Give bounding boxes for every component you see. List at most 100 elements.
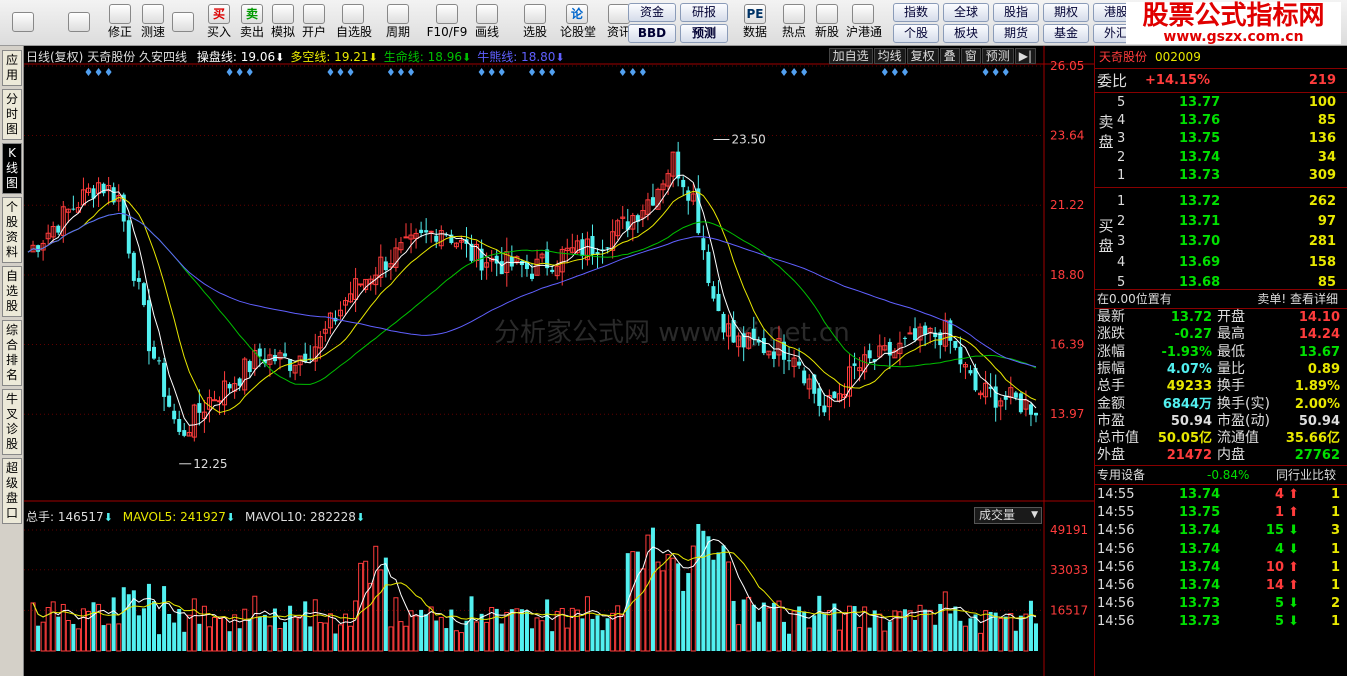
- toolbar-button-9[interactable]: 自选股: [336, 2, 373, 44]
- toolbar-button-label: 修正: [107, 25, 132, 39]
- toolbar-button-13[interactable]: 选股: [518, 2, 552, 44]
- volume-total: 总手: 146517: [26, 510, 104, 524]
- toolbar-button-12[interactable]: 画线: [470, 2, 504, 44]
- stat-label-left: 外盘: [1097, 447, 1125, 464]
- quick-button-top-0[interactable]: 资金: [628, 3, 676, 22]
- toolbar-button-6[interactable]: 卖卖出: [235, 2, 269, 44]
- toolbar-icon-button-1[interactable]: [62, 2, 96, 44]
- toolbar-button-10[interactable]: 周期: [381, 2, 415, 44]
- signal-diamond: [498, 68, 505, 76]
- price-tick-label: 26.05: [1050, 59, 1084, 73]
- market-button-bottom-1[interactable]: 板块: [943, 24, 989, 43]
- market-button-top-0[interactable]: 指数: [893, 3, 939, 22]
- stat-label-right: 换手(实): [1217, 395, 1270, 412]
- candle-body: [283, 353, 288, 357]
- market-button-top-1[interactable]: 全球: [943, 3, 989, 22]
- chart-tool-0[interactable]: 加自选: [828, 48, 873, 64]
- toolbar-button-label: 自选股: [336, 25, 373, 39]
- toolbar-button-16[interactable]: PE 数据: [738, 2, 772, 44]
- volume-bar: [403, 625, 409, 652]
- market-button-bottom-3[interactable]: 基金: [1043, 24, 1089, 43]
- kline-chart-svg[interactable]: 26.05 23.64 21.22 18.80 16.39 13.97 49191 33033…: [24, 46, 1094, 676]
- candle-body: [162, 362, 167, 397]
- market-button-bottom-2[interactable]: 期货: [993, 24, 1039, 43]
- toolbar-button-2[interactable]: 修正: [103, 2, 137, 44]
- toolbar-button-11[interactable]: F10/F9: [424, 2, 470, 44]
- market-button-bottom-0[interactable]: 个股: [893, 24, 939, 43]
- monitor-icon: [524, 4, 546, 24]
- ask-volume: 100: [1308, 95, 1336, 110]
- volume-bar: [545, 599, 550, 651]
- tick-price: 13.74: [1179, 578, 1221, 593]
- volume-bar: [787, 633, 792, 651]
- ask-price: 13.73: [1179, 167, 1221, 183]
- chart-tool-4[interactable]: 窗: [960, 48, 981, 64]
- chart-tool-2[interactable]: 复权: [906, 48, 939, 64]
- indicator-selector[interactable]: 成交量 ▼: [974, 507, 1042, 524]
- sector-row: 专用设备 -0.84% 同行业比较: [1097, 466, 1344, 484]
- volume-bar: [312, 599, 318, 652]
- left-tab-4[interactable]: 自选股: [2, 266, 22, 317]
- volume-bar: [363, 560, 369, 652]
- indicator-line-value-2: 生命线: 18.96: [383, 50, 462, 64]
- toolbar-icon-button-4[interactable]: [166, 2, 200, 44]
- chart-tool-1[interactable]: 均线: [873, 48, 906, 64]
- volume-bar: [882, 630, 888, 652]
- toolbar-button-label: 热点: [781, 25, 806, 39]
- quick-button-top-1[interactable]: 研报: [680, 3, 728, 22]
- sector-name[interactable]: 专用设备: [1097, 468, 1145, 482]
- high-price-label: 23.50: [731, 133, 765, 147]
- volume-bar: [686, 573, 691, 651]
- volume-bar: [71, 623, 76, 651]
- volume-bar: [167, 613, 172, 651]
- toolbar-button-label: 画线: [474, 25, 499, 39]
- left-tab-0[interactable]: 应用: [2, 50, 22, 86]
- toolbar-button-7[interactable]: 模拟: [266, 2, 300, 44]
- left-tab-6[interactable]: 牛叉诊股: [2, 389, 22, 455]
- toolbar-button-14[interactable]: 论论股堂: [560, 2, 596, 44]
- toolbar-button-5[interactable]: 买买入: [202, 2, 236, 44]
- left-tab-7[interactable]: 超级盘口: [2, 458, 22, 524]
- toolbar-button-3[interactable]: 测速: [136, 2, 170, 44]
- candle-body: [550, 269, 555, 272]
- toolbar-button-19[interactable]: 沪港通: [846, 2, 882, 44]
- volume-bar: [530, 628, 534, 651]
- logo-title: 股票公式指标网: [1142, 1, 1325, 31]
- candle-body: [157, 360, 162, 362]
- stat-value-left: 4.07%: [1166, 361, 1212, 377]
- volume-bar: [877, 613, 883, 652]
- left-tab-3[interactable]: 个股资料: [2, 197, 22, 263]
- industry-compare-button[interactable]: 同行业比较: [1276, 466, 1336, 484]
- candle-body: [676, 151, 681, 179]
- tick-volume: 10: [1265, 559, 1284, 575]
- left-tab-2[interactable]: K线图: [2, 143, 22, 194]
- market-button-top-2[interactable]: 股指: [993, 3, 1039, 22]
- chart-scroll-right-icon[interactable]: ▶|: [1014, 48, 1036, 64]
- chart-tool-5[interactable]: 预测: [981, 48, 1014, 64]
- chart-tool-3[interactable]: 叠: [939, 48, 960, 64]
- up-arrow-icon: ⬆: [1288, 559, 1299, 575]
- bid-level-row: 3 13.70 281: [1117, 233, 1342, 251]
- toolbar-button-17[interactable]: 热点: [777, 2, 811, 44]
- sell-detail-link[interactable]: 卖单! 查看详细: [1257, 290, 1338, 308]
- kline-chart-area[interactable]: 26.05 23.64 21.22 18.80 16.39 13.97 49191 33033…: [24, 46, 1094, 676]
- left-tab-1[interactable]: 分时图: [2, 89, 22, 140]
- market-button-top-3[interactable]: 期权: [1043, 3, 1089, 22]
- main-toolbar: 修正 测速买买入卖卖出 模拟 开户 自选股 周期 F10/F9 画线 选股论论股堂 资讯 PE 数据热…: [0, 0, 1347, 46]
- toolbar-button-18[interactable]: 新股: [810, 2, 844, 44]
- toolbar-icon-button-0[interactable]: [6, 2, 40, 44]
- left-tab-5[interactable]: 综合排名: [2, 320, 22, 386]
- signal-diamond: [397, 68, 404, 76]
- volume-bar: [40, 621, 46, 652]
- down-arrow-icon: ⬇: [275, 51, 285, 64]
- volume-bar: [867, 627, 872, 651]
- tick-row: 14:56 13.74 15 ⬇ 3: [1097, 522, 1344, 540]
- quick-button-bottom-1[interactable]: 预测: [680, 24, 728, 43]
- quick-button-bottom-0[interactable]: BBD: [628, 24, 676, 43]
- volume-bar: [913, 619, 918, 651]
- stat-value-right: 0.89: [1307, 361, 1340, 377]
- stat-value-right: 35.66亿: [1285, 431, 1340, 447]
- toolbar-button-8[interactable]: 开户: [297, 2, 331, 44]
- volume-bar-group: [30, 524, 1038, 652]
- tick-time: 14:56: [1097, 614, 1135, 630]
